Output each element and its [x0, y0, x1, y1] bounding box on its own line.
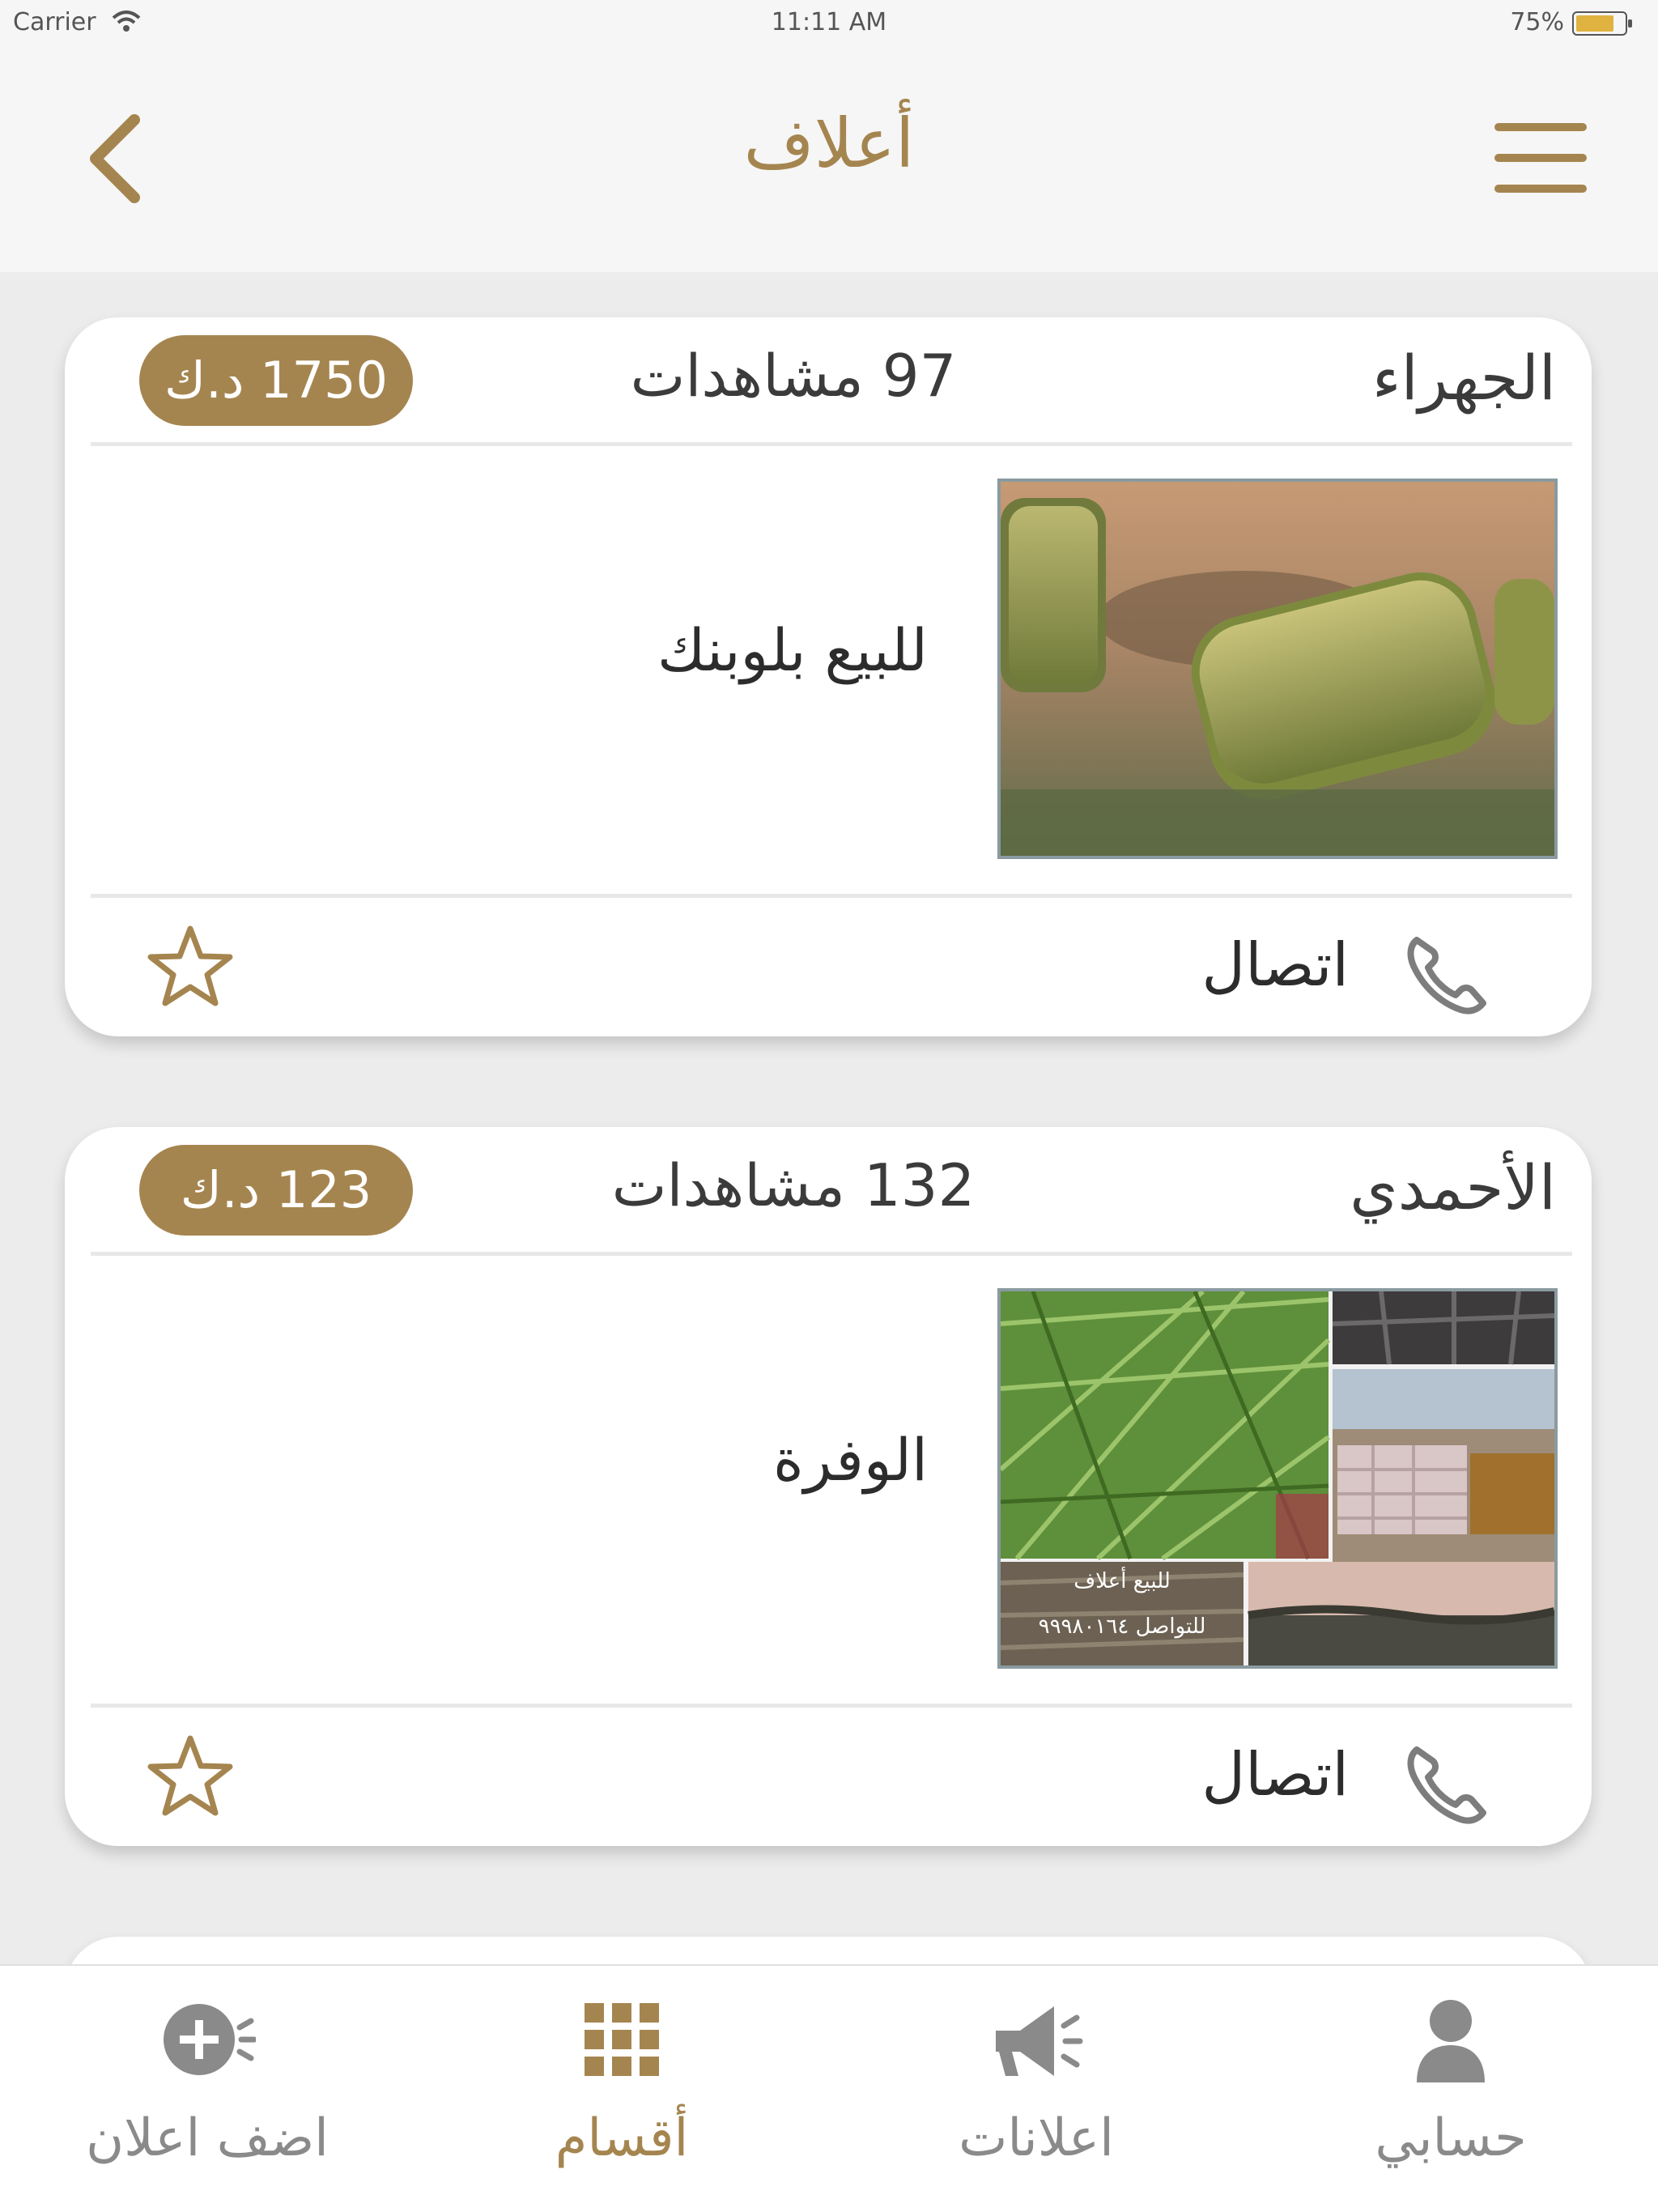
- tab-label: اضف اعلان: [86, 2108, 329, 2168]
- clock: 11:11 AM: [771, 8, 887, 36]
- listing-photo-collage[interactable]: للبيع أعلاف للتواصل ٩٩٩٨٠١٦٤: [997, 1288, 1558, 1669]
- listing-footer: اتصال: [65, 898, 1592, 1036]
- tab-account[interactable]: حسابي: [1244, 1966, 1658, 2212]
- favorite-star-icon[interactable]: [146, 1732, 235, 1821]
- status-bar: Carrier 11:11 AM 75%: [0, 0, 1658, 45]
- collage-caption-line2: للتواصل ٩٩٩٨٠١٦٤: [1039, 1614, 1206, 1639]
- navigation-bar: أعلاف: [0, 45, 1658, 272]
- battery-icon: [1572, 11, 1632, 36]
- listing-footer: اتصال: [65, 1708, 1592, 1846]
- listing-photo[interactable]: [997, 479, 1558, 859]
- listing-header: 1750 د.ك 97 مشاهدات الجهراء: [65, 317, 1592, 442]
- user-icon: [1417, 2000, 1485, 2082]
- price-badge: 1750 د.ك: [139, 335, 413, 426]
- tab-label: اعلانات: [959, 2108, 1114, 2168]
- call-button[interactable]: اتصال: [1187, 1724, 1543, 1829]
- battery-percent: 75%: [1510, 8, 1564, 36]
- app-screen: Carrier 11:11 AM 75% أعلاف 1750 د.ك 97 م…: [0, 0, 1658, 2212]
- call-button[interactable]: اتصال: [1187, 914, 1543, 1019]
- phone-icon: [1407, 1746, 1486, 1824]
- tab-add-ad[interactable]: اضف اعلان: [0, 1966, 414, 2212]
- tab-bar: اضف اعلان أقسام اعلانات حسابي: [0, 1964, 1658, 2212]
- hamburger-menu-icon[interactable]: [1488, 118, 1593, 199]
- listing-header: 123 د.ك 132 مشاهدات الأحمدي: [65, 1127, 1592, 1252]
- location-label: الأحمدي: [1350, 1151, 1556, 1223]
- listing-title: الوفرة: [772, 1426, 928, 1494]
- fodder-collage-photo: للبيع أعلاف للتواصل ٩٩٩٨٠١٦٤: [1001, 1291, 1554, 1665]
- favorite-star-icon[interactable]: [146, 922, 235, 1011]
- price-badge: 123 د.ك: [139, 1145, 413, 1236]
- views-count: 132 مشاهدات: [611, 1151, 976, 1219]
- listing-body[interactable]: للبيع بلوبنك: [65, 446, 1592, 894]
- views-count: 97 مشاهدات: [630, 342, 957, 410]
- page-title: أعلاف: [743, 104, 915, 183]
- hay-bales-photo: [1001, 482, 1554, 856]
- listing-body[interactable]: الوفرة للبيع أعلاف للتواصل ٩٩٩٨٠١٦٤: [65, 1256, 1592, 1704]
- listing-title: للبيع بلوبنك: [657, 616, 928, 684]
- call-label: اتصال: [1201, 930, 1349, 1000]
- megaphone-icon: [996, 2006, 1083, 2076]
- listing-card[interactable]: 1750 د.ك 97 مشاهدات الجهراء للبيع بلوبنك: [65, 317, 1592, 1036]
- phone-icon: [1407, 937, 1486, 1015]
- call-label: اتصال: [1201, 1740, 1349, 1810]
- add-ad-icon: [164, 2004, 256, 2075]
- collage-caption-line1: للبيع أعلاف: [1073, 1566, 1171, 1593]
- listing-card[interactable]: 123 د.ك 132 مشاهدات الأحمدي الوفرة للبيع…: [65, 1127, 1592, 1846]
- tab-ads[interactable]: اعلانات: [829, 1966, 1244, 2212]
- tab-label: حسابي: [1375, 2108, 1527, 2168]
- tab-categories[interactable]: أقسام: [414, 1966, 829, 2212]
- grid-icon: [585, 2003, 659, 2076]
- location-label: الجهراء: [1371, 342, 1556, 414]
- tab-label: أقسام: [555, 2108, 689, 2168]
